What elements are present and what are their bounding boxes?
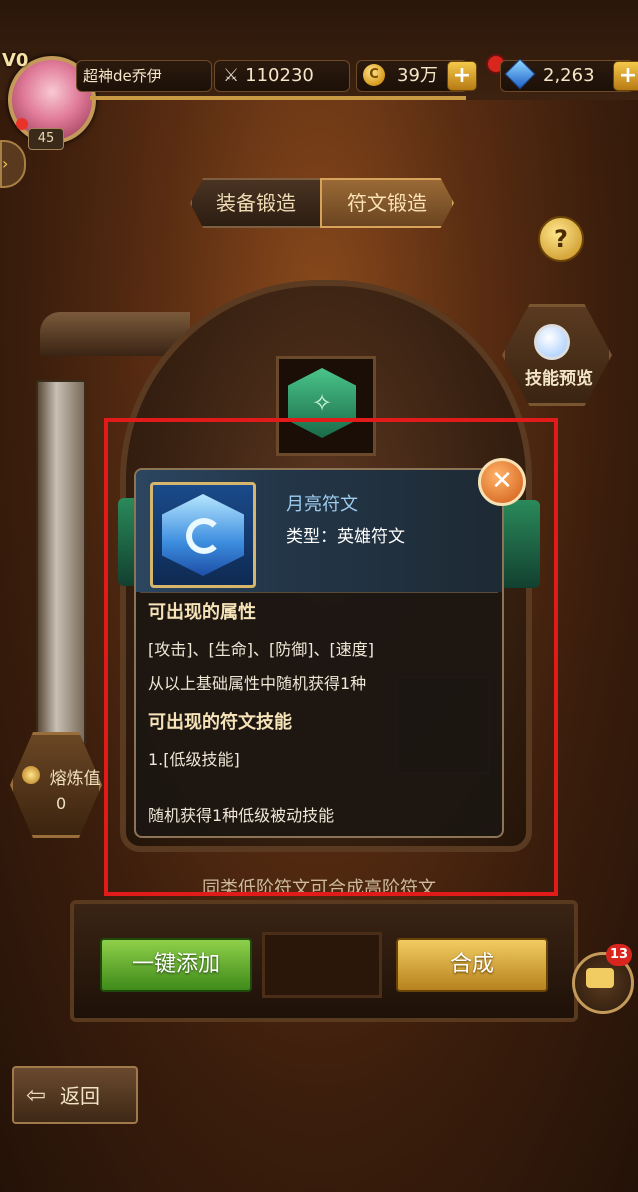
gold-value: 39万 bbox=[397, 65, 438, 86]
attr-desc: 从以上基础属性中随机获得1种 bbox=[148, 674, 367, 693]
close-icon[interactable]: ✕ bbox=[478, 458, 526, 506]
back-arrow-icon: ⇦ bbox=[26, 1081, 47, 1109]
skill-desc: 随机获得1种低级被动技能 bbox=[148, 806, 335, 825]
smelt-value: 0 bbox=[56, 794, 67, 813]
back-button[interactable]: ⇦ 返回 bbox=[12, 1066, 138, 1124]
skill-title: 可出现的符文技能 bbox=[148, 712, 292, 733]
notification-dot bbox=[16, 118, 28, 130]
coin-icon: C bbox=[363, 63, 385, 86]
rune-type: 类型：英雄符文 bbox=[286, 527, 405, 547]
power-value: 110230 bbox=[245, 65, 314, 86]
power-display: ⚔ 110230 bbox=[214, 60, 350, 92]
back-label: 返回 bbox=[60, 1084, 100, 1108]
tab-equipment-forge[interactable]: 装备锻造 bbox=[190, 178, 322, 228]
chat-icon bbox=[586, 968, 614, 988]
gem-icon bbox=[504, 58, 536, 90]
player-level: 45 bbox=[28, 128, 64, 150]
question-icon[interactable]: ? bbox=[538, 216, 584, 262]
skill-preview-label: 技能预览 bbox=[525, 369, 593, 389]
add-gold-button[interactable]: + bbox=[447, 61, 477, 91]
xp-bar bbox=[90, 96, 466, 100]
gem-display: 2,263 + bbox=[500, 58, 638, 92]
add-gem-button[interactable]: + bbox=[613, 61, 638, 91]
divider bbox=[140, 592, 498, 593]
moon-icon bbox=[186, 518, 222, 554]
chat-badge: 13 bbox=[606, 944, 632, 966]
rune-name: 月亮符文 bbox=[286, 494, 358, 515]
result-slot bbox=[262, 932, 382, 998]
auto-add-button[interactable]: 一键添加 bbox=[100, 938, 252, 992]
tab-rune-forge[interactable]: 符文锻造 bbox=[320, 178, 454, 228]
synthesize-button[interactable]: 合成 bbox=[396, 938, 548, 992]
smelt-label: 熔炼值 bbox=[49, 769, 101, 789]
magnifier-icon bbox=[534, 324, 570, 360]
gem-value: 2,263 bbox=[543, 65, 595, 86]
side-menu-arrow-icon[interactable]: › bbox=[0, 140, 26, 188]
player-name: 超神de乔伊 bbox=[76, 60, 212, 92]
crossed-swords-icon: ⚔ bbox=[223, 65, 240, 86]
attr-list: [攻击]、[生命]、[防御]、[速度] bbox=[148, 640, 374, 659]
pipe-vertical bbox=[36, 380, 86, 744]
gold-display: C 39万 + bbox=[356, 60, 477, 92]
attr-title: 可出现的属性 bbox=[148, 602, 256, 623]
vip-label: V0 bbox=[2, 50, 29, 71]
skill-list: 1.[低级技能] bbox=[148, 750, 240, 769]
